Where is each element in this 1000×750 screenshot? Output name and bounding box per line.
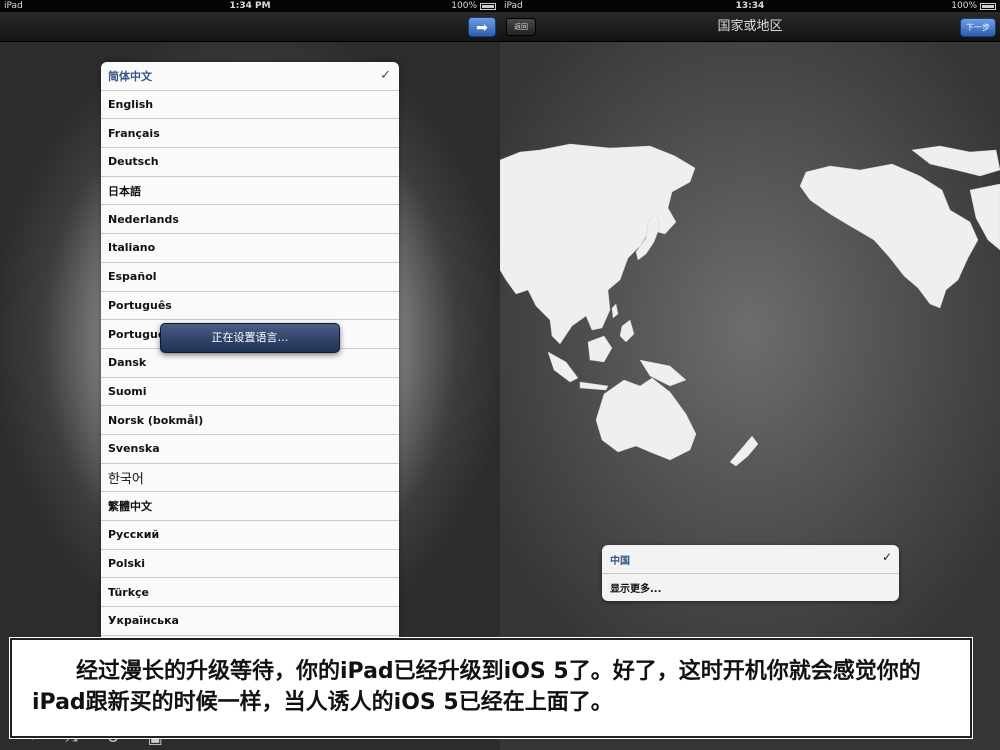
language-row[interactable]: 简体中文 ✓ [101,62,399,91]
region-list: 中国 ✓ 显示更多... [602,545,899,601]
language-label: Suomi [108,384,147,398]
new-zealand-island [729,435,759,467]
navigation-bar: ➡ [0,12,500,42]
language-label: Español [108,270,157,284]
language-row[interactable]: Türkçe [101,578,399,608]
language-label: Dansk [108,356,147,370]
status-bar: iPad 13:34 100% [500,0,1000,12]
north-america-landmass [799,163,979,309]
sumatra-island [547,351,579,383]
language-label: Українська [108,614,179,628]
language-label: Русский [108,528,160,542]
navigation-bar: 返回 国家或地区 下一步 [500,12,1000,42]
arctic-islands [911,145,1000,177]
region-row[interactable]: 中国 ✓ [602,545,899,573]
world-map-image [500,143,1000,467]
philippines-islands [619,319,635,343]
battery-icon [980,2,996,10]
language-row[interactable]: Italiano [101,234,399,263]
battery-indicator: 100% [951,0,996,12]
setting-language-toast: 正在设置语言… [160,323,340,353]
language-row[interactable]: Русский [101,521,399,550]
next-arrow-button[interactable]: ➡ [468,17,496,37]
language-label: Français [108,126,160,140]
status-bar: iPad 1:34 PM 100% [0,0,500,12]
language-row[interactable]: Norsk (bokmål) [101,406,399,435]
caption-text: 经过漫长的升级等待，你的iPad已经升级到iOS 5了。好了，这时开机你就会感觉… [32,659,921,715]
language-label: English [108,98,154,112]
region-label: 中国 [610,555,630,567]
language-row[interactable]: Español [101,262,399,292]
battery-icon [480,2,496,10]
language-row[interactable]: Français [101,119,399,149]
language-row[interactable]: English [101,90,399,120]
language-row[interactable]: Polski [101,549,399,579]
java-island [579,381,609,391]
language-row[interactable]: 日本語 [101,176,399,206]
language-label: Svenska [108,442,160,456]
region-row[interactable]: 显示更多... [602,573,899,601]
eurasia-landmass [500,143,696,345]
language-label: Português [108,298,172,312]
language-label: 日本語 [108,184,141,198]
language-row[interactable]: 繁體中文 [101,492,399,521]
taiwan-island [611,303,619,319]
language-label: Deutsch [108,155,159,169]
language-label: Italiano [108,241,156,255]
language-label: Türkçe [108,585,150,599]
language-row[interactable]: Suomi [101,377,399,407]
region-label: 显示更多... [610,584,662,595]
language-label: 繁體中文 [108,500,152,514]
language-label: Polski [108,557,146,571]
language-label: Norsk (bokmål) [108,413,204,427]
clock: 1:34 PM [229,1,271,11]
australia-landmass [595,377,697,461]
language-row[interactable]: Deutsch [101,148,399,177]
battery-percent: 100% [951,1,977,11]
borneo-island [587,335,613,363]
next-step-button[interactable]: 下一步 [960,18,996,37]
checkmark-icon: ✓ [881,550,892,564]
page-title: 国家或地区 [717,19,783,34]
language-row[interactable]: Українська [101,607,399,636]
battery-indicator: 100% [451,0,496,12]
language-label: 한국어 [108,471,144,487]
arrow-right-icon: ➡ [476,19,488,35]
language-row[interactable]: Português [101,291,399,321]
battery-percent: 100% [451,1,477,11]
language-row[interactable]: Dansk [101,348,399,378]
checkmark-icon: ✓ [380,68,391,83]
language-row[interactable]: 한국어 [101,463,399,493]
language-label: 简体中文 [108,69,152,83]
language-list: 简体中文 ✓ English Français Deutsch 日本語 Nederlands… [101,62,399,662]
language-row[interactable]: Svenska [101,434,399,464]
language-row[interactable]: Nederlands [101,205,399,235]
language-label: Nederlands [108,212,179,226]
article-caption: 经过漫长的升级等待，你的iPad已经升级到iOS 5了。好了，这时开机你就会感觉… [10,638,972,738]
clock: 13:34 [735,1,765,11]
